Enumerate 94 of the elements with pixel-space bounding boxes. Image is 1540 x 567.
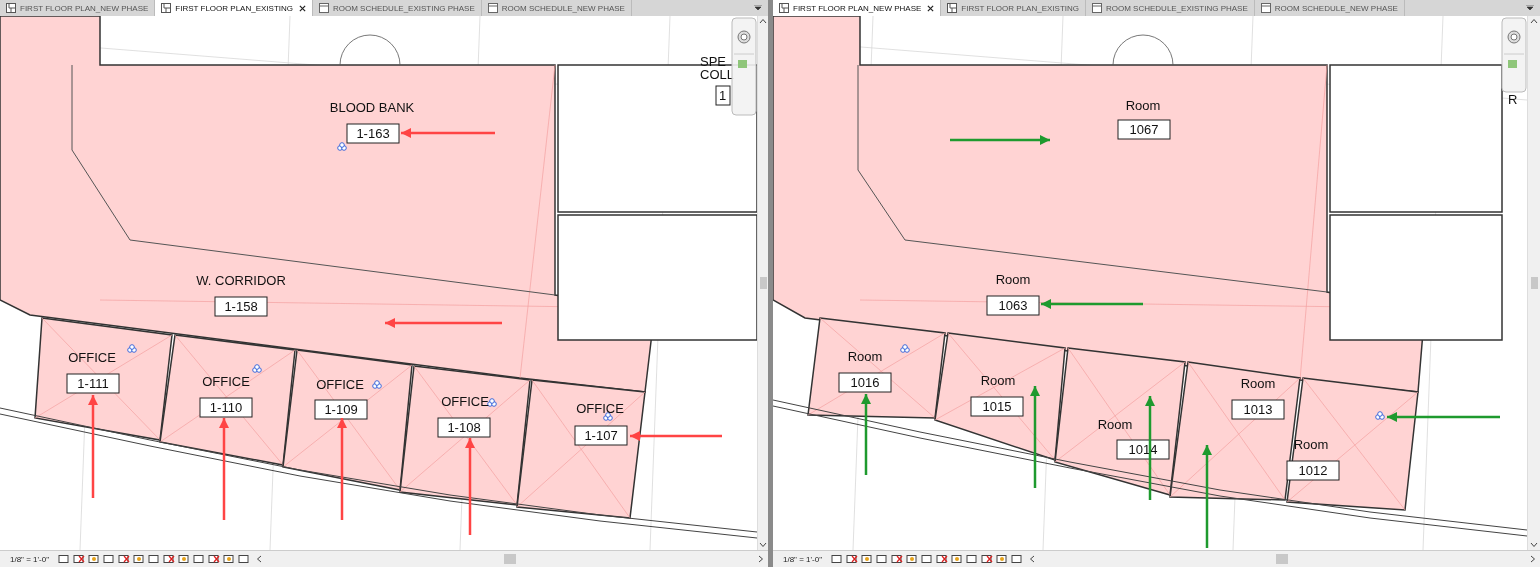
room-name: OFFICE (576, 401, 624, 416)
room-tag-anchor-icon (372, 380, 382, 389)
room-name: Room (995, 272, 1031, 287)
room-tag-anchor-icon (127, 344, 137, 353)
room-number-tag: 1013 (1231, 399, 1285, 420)
view-tab[interactable]: FIRST FLOOR PLAN_EXISTING (155, 0, 313, 16)
room-tag-anchor-icon (487, 398, 497, 407)
room-name: Room (980, 373, 1016, 388)
view-control-icon[interactable] (133, 554, 145, 564)
room-number-tag: 1-107 (574, 425, 628, 446)
scroll-right-icon[interactable] (1530, 555, 1536, 563)
view-control-icon[interactable] (921, 554, 933, 564)
view-control-icon[interactable] (876, 554, 888, 564)
view-control-icon[interactable] (238, 554, 250, 564)
table-icon (487, 3, 498, 13)
room-number-tag: 1-158 (214, 296, 268, 317)
room-tag-anchor-icon (252, 364, 262, 373)
view-control-icon[interactable] (846, 554, 858, 564)
room-name: R (1508, 92, 1518, 107)
room-name: BLOOD BANK (329, 100, 415, 115)
dropdown-caret-icon[interactable] (754, 5, 762, 11)
view-control-icon[interactable] (148, 554, 160, 564)
room-tag-anchor-icon (603, 412, 613, 421)
view-control-icon[interactable] (831, 554, 843, 564)
view-control-icon[interactable] (208, 554, 220, 564)
door-swing (339, 34, 401, 66)
view-control-icon[interactable] (163, 554, 175, 564)
room-name: OFFICE (68, 350, 116, 365)
view-control-icon[interactable] (996, 554, 1008, 564)
room-tag-anchor-icon (1375, 411, 1385, 420)
scroll-down-icon[interactable] (1530, 542, 1538, 548)
scroll-left-icon[interactable] (256, 555, 262, 563)
room-tag-anchor-icon (337, 142, 347, 151)
vertical-scrollbar[interactable] (1527, 16, 1540, 550)
view-control-icon[interactable] (1011, 554, 1023, 564)
navigation-bar[interactable] (1501, 17, 1527, 93)
room-name: OFFICE (202, 374, 250, 389)
scroll-up-icon[interactable] (759, 18, 767, 24)
view-control-icon[interactable] (223, 554, 235, 564)
room-number-tag: 1-111 (66, 373, 120, 394)
room-number-tag: 1012 (1286, 460, 1340, 481)
view-control-icon[interactable] (981, 554, 993, 564)
room-name: W. CORRIDOR (196, 273, 286, 288)
floor-plan-icon (161, 3, 172, 13)
scroll-up-icon[interactable] (1530, 18, 1538, 24)
room-number-tag: 1063 (986, 295, 1040, 316)
view-control-icon[interactable] (103, 554, 115, 564)
room-name: Room (1125, 98, 1161, 113)
room-name: Room (1097, 417, 1133, 432)
scale-label[interactable]: 1/8" = 1'-0" (10, 554, 49, 564)
view-control-icon[interactable] (936, 554, 948, 564)
close-icon[interactable] (927, 4, 935, 12)
room-tag-anchor-icon (900, 344, 910, 353)
room-number-tag: 1067 (1117, 119, 1171, 140)
view-control-icon[interactable] (88, 554, 100, 564)
scroll-thumb[interactable] (759, 277, 767, 289)
room-name: OFFICE (441, 394, 489, 409)
floor-plan-icon (779, 3, 789, 13)
view-control-icon[interactable] (891, 554, 903, 564)
room-name: Room (1240, 376, 1276, 391)
close-icon[interactable] (299, 4, 306, 12)
door-swing (1112, 34, 1174, 66)
room-name: OFFICE (316, 377, 364, 392)
room-number-tag: 1-163 (346, 123, 400, 144)
scroll-thumb[interactable] (1530, 277, 1538, 289)
view-control-icon[interactable] (118, 554, 130, 564)
table-icon (1260, 3, 1271, 13)
room-number-tag: 1015 (970, 396, 1024, 417)
view-control-icon[interactable] (58, 554, 70, 564)
room-name: COLL (700, 67, 734, 82)
table-icon (319, 3, 329, 13)
room-number-tag: 1 (715, 85, 731, 106)
view-control-icon[interactable] (861, 554, 873, 564)
room-number-tag: 1-109 (314, 399, 368, 420)
view-control-icon[interactable] (906, 554, 918, 564)
table-icon (1092, 3, 1102, 13)
dropdown-caret-icon[interactable] (1526, 5, 1534, 11)
room-name: Room (847, 349, 883, 364)
view-control-icon[interactable] (73, 554, 85, 564)
view-control-icon[interactable] (951, 554, 963, 564)
vertical-scrollbar[interactable] (757, 16, 768, 550)
room-number-tag: 1-108 (437, 417, 491, 438)
view-tab[interactable]: FIRST FLOOR PLAN_NEW PHASE (773, 0, 942, 16)
floor-plan-icon (6, 3, 16, 13)
view-control-icon[interactable] (966, 554, 978, 564)
view-control-icon[interactable] (193, 554, 205, 564)
room-number-tag: 1-110 (199, 397, 253, 418)
floor-plan-icon (947, 3, 958, 13)
scale-label[interactable]: 1/8" = 1'-0" (783, 554, 822, 564)
scroll-right-icon[interactable] (758, 555, 764, 563)
scroll-left-icon[interactable] (1029, 555, 1035, 563)
view-control-icon[interactable] (178, 554, 190, 564)
room-number-tag: 1016 (838, 372, 892, 393)
scroll-down-icon[interactable] (759, 542, 767, 548)
